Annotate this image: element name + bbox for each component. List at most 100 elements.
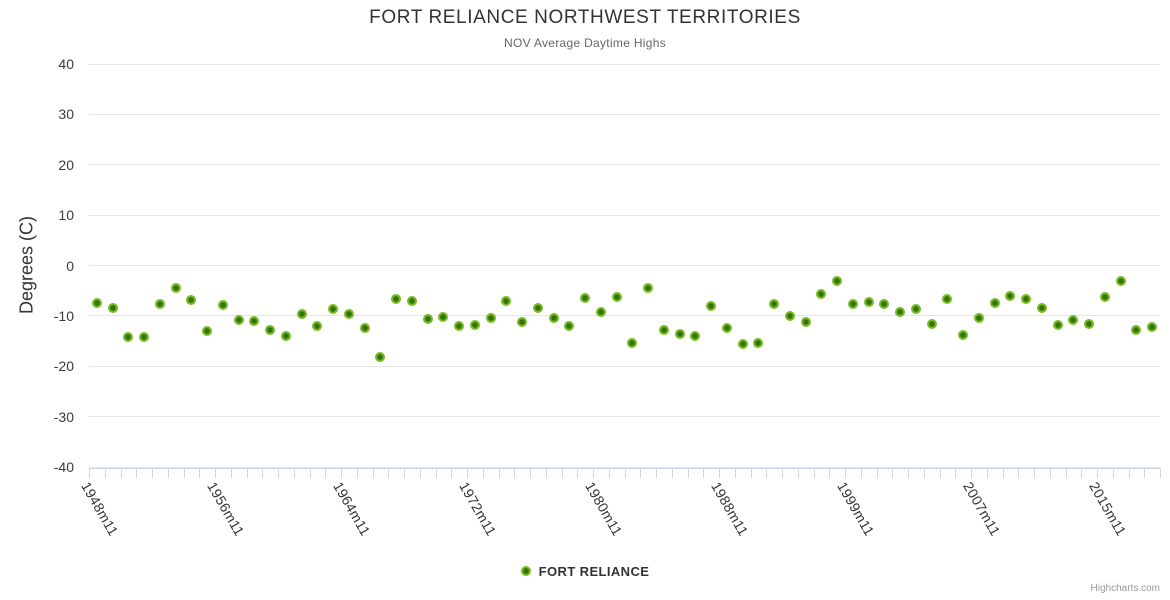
x-axis-tick — [451, 468, 453, 478]
data-point[interactable] — [942, 293, 953, 304]
x-axis-tick — [545, 468, 547, 478]
y-axis-tick-label: 10 — [58, 207, 74, 224]
data-point[interactable] — [548, 312, 559, 323]
data-point[interactable] — [422, 314, 433, 325]
x-axis-tick-label: 2015m11 — [1086, 479, 1130, 539]
x-axis-tick — [955, 468, 957, 478]
x-axis-tick-label: 1972m11 — [456, 479, 500, 539]
x-axis-tick — [1018, 468, 1020, 478]
data-point[interactable] — [1147, 322, 1158, 333]
data-point[interactable] — [784, 310, 795, 321]
data-point[interactable] — [690, 331, 701, 342]
data-point[interactable] — [249, 316, 260, 327]
data-point[interactable] — [501, 295, 512, 306]
x-axis-tick — [845, 468, 846, 478]
data-point[interactable] — [627, 337, 638, 348]
highcharts-credits-link[interactable]: Highcharts.com — [1091, 583, 1160, 594]
x-axis-tick — [766, 468, 768, 478]
x-axis-tick — [939, 468, 941, 478]
data-point[interactable] — [926, 319, 937, 330]
data-point[interactable] — [910, 303, 921, 314]
x-axis-tick — [608, 468, 610, 478]
data-point[interactable] — [391, 293, 402, 304]
data-point[interactable] — [1021, 294, 1032, 305]
x-axis-tick — [293, 468, 295, 478]
data-point[interactable] — [1068, 315, 1079, 326]
data-point[interactable] — [643, 283, 654, 294]
y-gridline — [89, 265, 1160, 266]
data-point[interactable] — [438, 312, 449, 323]
data-point[interactable] — [706, 301, 717, 312]
data-point[interactable] — [1084, 319, 1095, 330]
data-point[interactable] — [454, 320, 465, 331]
data-point[interactable] — [265, 325, 276, 336]
data-point[interactable] — [847, 299, 858, 310]
y-gridline — [89, 214, 1160, 216]
chart-title: FORT RELIANCE NORTHWEST TERRITORIES — [369, 7, 801, 28]
data-point[interactable] — [1052, 320, 1063, 331]
data-point[interactable] — [737, 338, 748, 349]
x-axis-tick — [183, 468, 185, 478]
data-point[interactable] — [154, 299, 165, 310]
data-point[interactable] — [469, 319, 480, 330]
data-point[interactable] — [359, 323, 370, 334]
data-point[interactable] — [1099, 292, 1110, 303]
data-point[interactable] — [1036, 303, 1047, 314]
x-axis-tick — [435, 468, 437, 478]
data-point[interactable] — [280, 330, 291, 341]
data-point[interactable] — [406, 296, 417, 307]
data-point[interactable] — [564, 320, 575, 331]
data-point[interactable] — [611, 291, 622, 302]
data-point[interactable] — [879, 299, 890, 310]
data-point[interactable] — [800, 316, 811, 327]
data-point[interactable] — [91, 297, 102, 308]
data-point[interactable] — [139, 332, 150, 343]
data-point[interactable] — [375, 351, 386, 362]
data-point[interactable] — [202, 326, 213, 337]
data-point[interactable] — [312, 321, 323, 332]
data-point[interactable] — [1115, 276, 1126, 287]
data-point[interactable] — [186, 294, 197, 305]
x-axis-tick — [404, 468, 405, 478]
data-point[interactable] — [170, 282, 181, 293]
data-point[interactable] — [674, 328, 685, 339]
x-axis-tick — [309, 468, 311, 478]
data-point[interactable] — [233, 315, 244, 326]
data-point[interactable] — [721, 322, 732, 333]
data-point[interactable] — [989, 297, 1000, 308]
data-point[interactable] — [832, 275, 843, 286]
x-axis-tick — [908, 468, 909, 478]
data-point[interactable] — [753, 337, 764, 348]
data-point[interactable] — [863, 296, 874, 307]
data-point[interactable] — [517, 317, 528, 328]
x-axis-tick — [561, 468, 563, 478]
data-point[interactable] — [296, 308, 307, 319]
x-axis-tick — [152, 468, 153, 478]
data-point[interactable] — [328, 303, 339, 314]
data-point[interactable] — [816, 288, 827, 299]
y-gridline — [89, 63, 1160, 65]
data-point[interactable] — [580, 292, 591, 303]
data-point[interactable] — [658, 325, 669, 336]
x-axis-tick — [734, 468, 736, 478]
data-point[interactable] — [958, 330, 969, 341]
data-point[interactable] — [973, 313, 984, 324]
data-point[interactable] — [343, 309, 354, 320]
data-point[interactable] — [532, 302, 543, 313]
x-axis-tick — [325, 468, 327, 478]
x-axis-tick — [1097, 468, 1098, 478]
data-point[interactable] — [485, 313, 496, 324]
data-point[interactable] — [1005, 290, 1016, 301]
legend[interactable]: FORT RELIANCE — [0, 562, 1170, 580]
x-axis-tick — [892, 468, 894, 478]
data-point[interactable] — [595, 306, 606, 317]
x-axis-tick — [1002, 468, 1004, 478]
data-point[interactable] — [123, 332, 134, 343]
data-point[interactable] — [769, 299, 780, 310]
x-axis-tick — [656, 468, 657, 478]
data-point[interactable] — [107, 303, 118, 314]
x-axis-tick — [278, 468, 279, 478]
data-point[interactable] — [1131, 324, 1142, 335]
x-axis-tick — [104, 468, 106, 478]
data-point[interactable] — [217, 299, 228, 310]
